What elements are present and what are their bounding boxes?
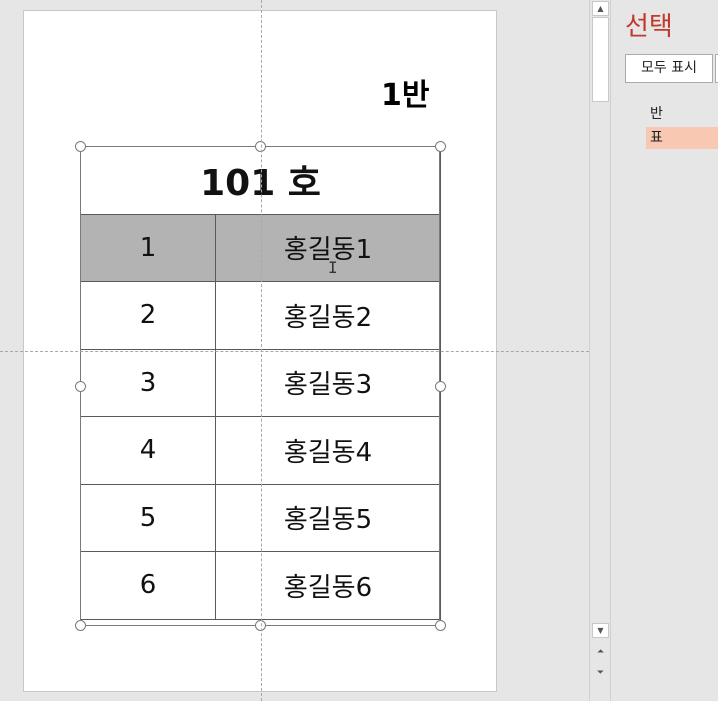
scroll-up-button[interactable]: ▲ (592, 1, 609, 16)
resize-handle-top-right[interactable] (435, 141, 446, 152)
class-label-textbox[interactable]: 1반 (381, 76, 429, 116)
row-number-cell[interactable]: 6 (80, 551, 216, 620)
resize-handle-bottom-right[interactable] (435, 620, 446, 631)
row-number-cell[interactable]: 3 (80, 348, 216, 417)
student-name-cell[interactable]: 홍길동2 (215, 281, 441, 350)
show-all-button[interactable]: 모두 표시 (625, 54, 713, 83)
student-name-cell[interactable]: 홍길동4 (215, 416, 441, 485)
double-chevron-up-icon: ⏶ (596, 647, 605, 657)
vertical-scrollbar[interactable]: ▲ ▼ ⏶ ⏷ (589, 0, 610, 701)
student-name-cell[interactable]: 홍길동6 (215, 551, 441, 620)
slide-canvas: 1반 101 호 1 홍길동1 2 홍길동2 3 홍길동3 4 홍길동4 5 홍… (0, 0, 589, 701)
row-number-cell[interactable]: 5 (80, 483, 216, 552)
triangle-up-icon: ▲ (597, 4, 604, 13)
scroll-down-button[interactable]: ▼ (592, 623, 609, 638)
scrollbar-thumb[interactable] (592, 17, 609, 102)
row-number-cell[interactable]: 1 (80, 213, 216, 282)
i-beam-cursor-icon: I (328, 258, 338, 277)
pane-title: 선택 (625, 12, 673, 42)
selection-pane: 선택 모두 표시 반 표 (611, 0, 718, 701)
horizontal-smart-guide (0, 351, 589, 352)
resize-handle-top-left[interactable] (75, 141, 86, 152)
row-number-cell[interactable]: 4 (80, 416, 216, 485)
resize-handle-middle-right[interactable] (435, 381, 446, 392)
previous-slide-button[interactable]: ⏶ (592, 645, 609, 660)
student-name-cell[interactable]: 홍길동5 (215, 483, 441, 552)
pane-item-class-label[interactable]: 반 (646, 103, 718, 125)
next-slide-button[interactable]: ⏷ (592, 666, 609, 681)
row-number-cell[interactable]: 2 (80, 281, 216, 350)
resize-handle-middle-left[interactable] (75, 381, 86, 392)
student-name-cell[interactable]: 홍길동3 (215, 348, 441, 417)
double-chevron-down-icon: ⏷ (596, 668, 605, 678)
triangle-down-icon: ▼ (597, 626, 604, 635)
resize-handle-bottom-left[interactable] (75, 620, 86, 631)
pane-item-table[interactable]: 표 (646, 127, 718, 149)
